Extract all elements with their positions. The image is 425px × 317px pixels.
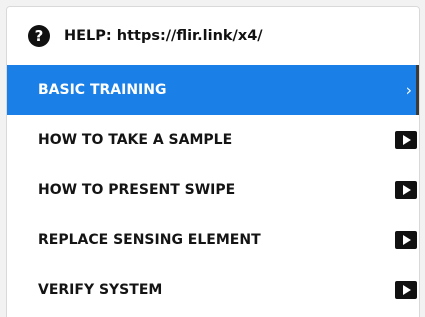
menu-item-label: VERIFY SYSTEM: [38, 282, 163, 298]
play-icon[interactable]: [395, 231, 417, 249]
chevron-right-icon: ›: [405, 80, 412, 100]
menu-item-basic-training[interactable]: BASIC TRAINING ›: [7, 65, 419, 115]
question-circle-icon: ?: [28, 24, 50, 47]
play-icon[interactable]: [395, 281, 417, 299]
menu-item-verify-system[interactable]: VERIFY SYSTEM: [7, 265, 419, 315]
play-icon[interactable]: [395, 181, 417, 199]
menu-item-how-to-take-a-sample[interactable]: HOW TO TAKE A SAMPLE: [7, 115, 419, 165]
menu-item-how-to-present-swipe[interactable]: HOW TO PRESENT SWIPE: [7, 165, 419, 215]
menu-item-label: HOW TO TAKE A SAMPLE: [38, 132, 233, 148]
help-menu-panel: ? HELP: https://flir.link/x4/ BASIC TRAI…: [6, 6, 420, 317]
menu-item-label: REPLACE SENSING ELEMENT: [38, 232, 261, 248]
menu-item-replace-sensing-element[interactable]: REPLACE SENSING ELEMENT: [7, 215, 419, 265]
help-link-text: HELP: https://flir.link/x4/: [64, 27, 263, 44]
play-icon[interactable]: [395, 131, 417, 149]
scrollbar[interactable]: [416, 65, 419, 317]
menu-item-label: BASIC TRAINING: [38, 82, 167, 98]
help-menu-list: BASIC TRAINING › HOW TO TAKE A SAMPLE HO…: [7, 65, 419, 315]
help-header: ? HELP: https://flir.link/x4/: [7, 7, 419, 64]
menu-item-label: HOW TO PRESENT SWIPE: [38, 182, 236, 198]
scrollbar-thumb[interactable]: [416, 65, 419, 115]
